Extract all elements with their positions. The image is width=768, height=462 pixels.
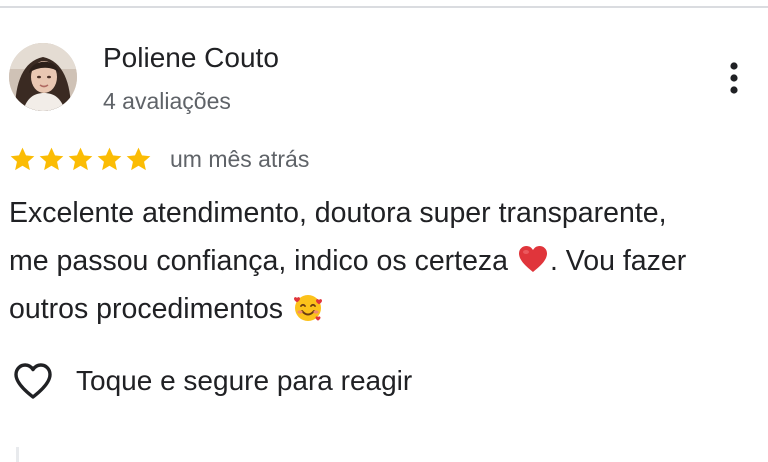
react-button[interactable]: Toque e segure para reagir (10, 358, 412, 404)
star-icon (95, 145, 124, 174)
review-text-line-3: outros procedimentos (9, 285, 759, 333)
profile-photo (9, 43, 77, 111)
review-text-line-1: Excelente atendimento, doutora super tra… (9, 189, 759, 237)
more-options-button[interactable] (716, 56, 752, 100)
review-text-segment: Excelente atendimento, doutora super tra… (9, 197, 667, 229)
avatar[interactable] (9, 43, 77, 111)
review-text-line-2: me passou confiança, indico os certeza .… (9, 237, 759, 285)
star-icon (8, 145, 37, 174)
review-card: Poliene Couto 4 avaliações um mês atrás … (0, 0, 768, 462)
star-icon (124, 145, 153, 174)
heart-outline-icon[interactable] (10, 358, 56, 404)
react-label[interactable]: Toque e segure para reagir (76, 363, 412, 399)
more-vert-icon (730, 62, 738, 94)
rating-row: um mês atrás (8, 143, 309, 175)
reviewer-name[interactable]: Poliene Couto (103, 40, 279, 76)
star-rating (8, 145, 153, 174)
review-count: 4 avaliações (103, 88, 231, 114)
review-text-segment: me passou confiança, indico os certeza (9, 245, 516, 277)
review-text-segment: outros procedimentos (9, 293, 291, 325)
review-text-segment: . Vou fazer (549, 245, 687, 277)
divider (16, 447, 19, 462)
red-heart-emoji (516, 242, 550, 276)
review-text: Excelente atendimento, doutora super tra… (9, 189, 759, 333)
star-icon (66, 145, 95, 174)
star-icon (37, 145, 66, 174)
smiling-face-with-hearts-emoji (291, 290, 325, 324)
review-date: um mês atrás (170, 146, 310, 172)
top-divider (0, 6, 768, 8)
